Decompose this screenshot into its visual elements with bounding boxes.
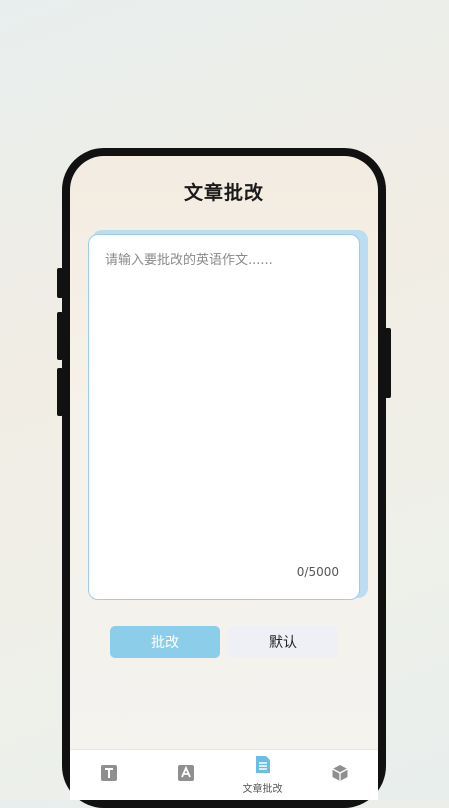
tab-essay-correction-label: 文章批改: [242, 784, 283, 795]
char-counter: 0/5000: [296, 565, 339, 579]
phone-side-button-top: [57, 268, 63, 298]
phone-side-button-low: [57, 368, 63, 416]
essay-input[interactable]: [89, 235, 359, 599]
phone-side-button-mid: [57, 312, 63, 360]
bottom-tab-bar: 文章批改: [70, 749, 378, 800]
tab-text[interactable]: [79, 750, 139, 800]
cube-icon: [331, 764, 349, 786]
tab-pen[interactable]: [156, 750, 216, 800]
correct-button[interactable]: 批改: [110, 626, 220, 658]
editor-card: 0/5000: [88, 234, 360, 600]
document-icon: [255, 755, 271, 778]
tab-cube[interactable]: [310, 750, 370, 800]
pen-icon: [177, 764, 195, 786]
tab-essay-correction[interactable]: 文章批改: [233, 750, 293, 800]
default-button[interactable]: 默认: [228, 626, 338, 658]
page-title: 文章批改: [183, 182, 264, 204]
text-icon: [100, 764, 118, 786]
app-screen: 文章批改 0/5000 批改 默认: [70, 156, 378, 800]
phone-power-button: [385, 328, 391, 398]
